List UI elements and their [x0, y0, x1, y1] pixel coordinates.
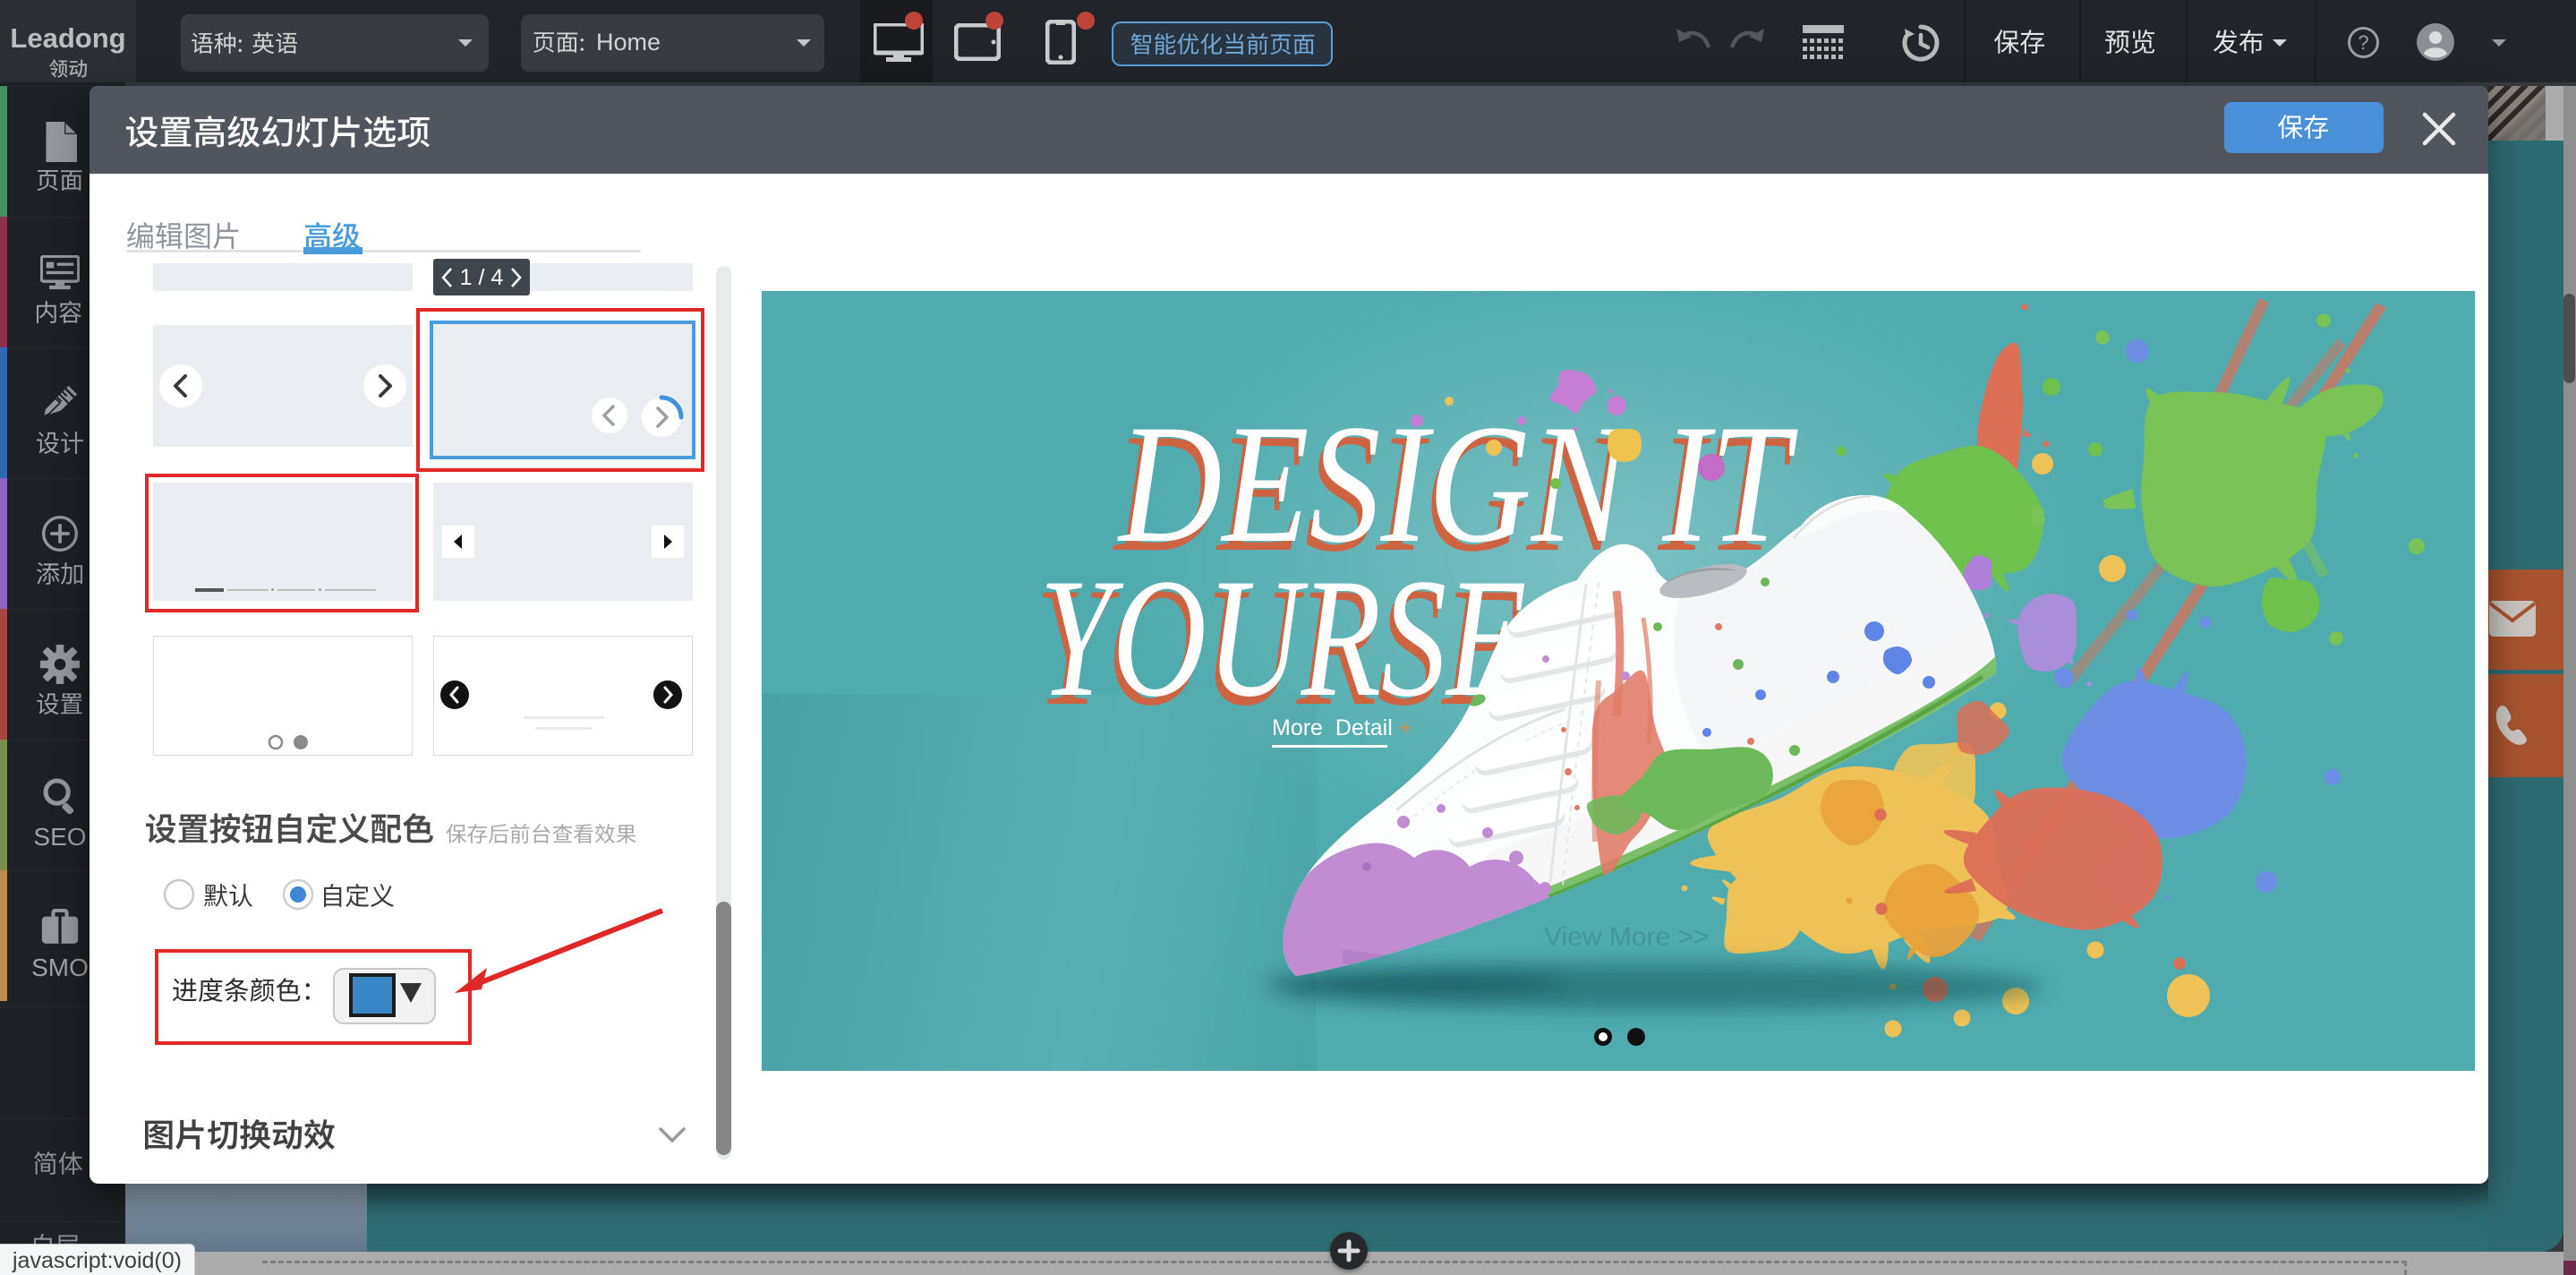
svg-text:?: ?	[2358, 31, 2368, 54]
